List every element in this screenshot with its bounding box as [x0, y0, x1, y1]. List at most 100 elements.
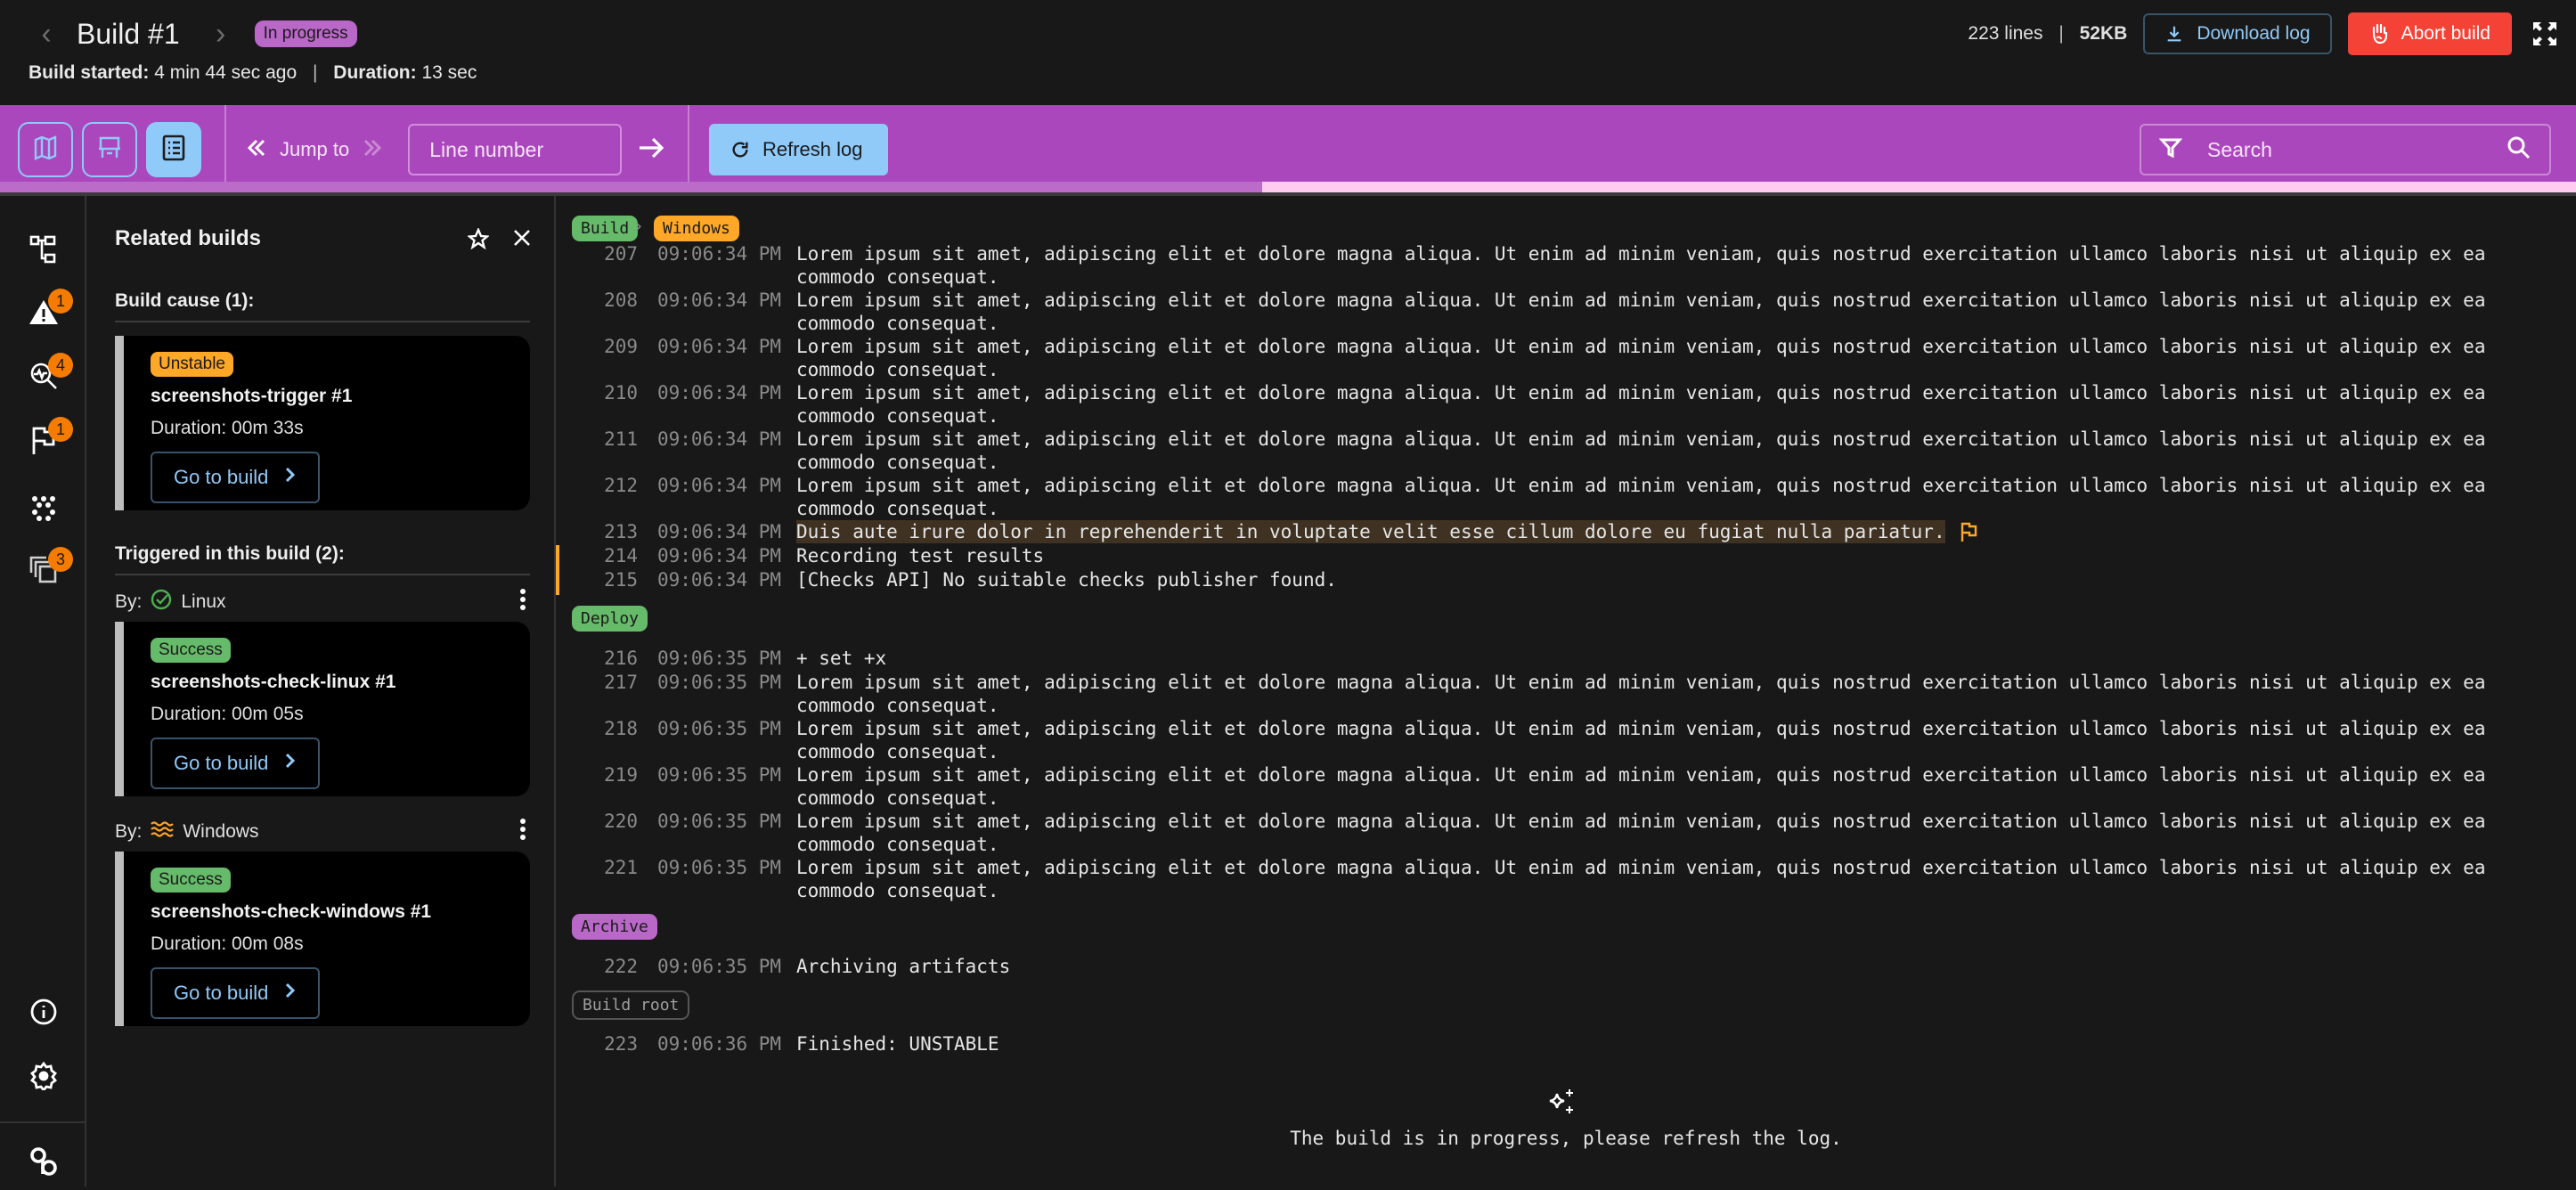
rail-badge: 3	[48, 547, 73, 572]
rail-item-logo[interactable]	[0, 1137, 86, 1190]
stage-view-icon	[96, 134, 123, 166]
jump-next-icon[interactable]	[360, 135, 385, 165]
fullscreen-icon[interactable]	[2531, 20, 2558, 47]
search-input[interactable]	[2207, 137, 2507, 162]
separator: |	[2058, 23, 2064, 44]
line-count: 223 lines	[1968, 23, 2043, 44]
more-options-icon[interactable]	[519, 818, 526, 846]
star-icon[interactable]	[466, 226, 491, 254]
stage-chip-build-root[interactable]: Build root	[572, 990, 690, 1020]
stage-name: Linux	[181, 591, 226, 612]
download-log-button[interactable]: Download log	[2143, 13, 2332, 54]
go-to-build-button[interactable]: Go to build	[151, 967, 320, 1019]
rail-item-stages[interactable]	[0, 224, 86, 278]
line-number-input[interactable]	[408, 124, 623, 175]
list-view-button[interactable]	[146, 122, 201, 177]
line-timestamp: 09:06:36 PM	[657, 1033, 782, 1055]
go-to-build-label: Go to build	[174, 752, 269, 774]
build-cause-heading: Build cause (1):	[115, 290, 530, 322]
build-name: screenshots-check-linux #1	[151, 672, 396, 692]
go-to-line-arrow-icon[interactable]	[636, 133, 666, 167]
go-to-build-label: Go to build	[174, 466, 269, 488]
stages-tree-icon	[29, 234, 58, 269]
stage-chip-archive[interactable]: Archive	[572, 914, 657, 940]
search-icon[interactable]	[2507, 135, 2531, 165]
line-text: Lorem ipsum sit amet, adipiscing elit et…	[796, 335, 2533, 381]
rail-badge: 1	[48, 417, 73, 442]
line-content: + set +x	[796, 648, 887, 669]
abort-build-label: Abort build	[2401, 23, 2490, 44]
line-timestamp: 09:06:35 PM	[657, 672, 782, 693]
list-view-icon	[161, 134, 186, 166]
close-icon[interactable]	[512, 228, 532, 252]
rail-item-pattern[interactable]	[0, 483, 86, 536]
line-number[interactable]: 212	[588, 474, 638, 497]
search-field[interactable]	[2140, 124, 2551, 175]
line-text: Lorem ipsum sit amet, adipiscing elit et…	[796, 763, 2533, 810]
line-timestamp: 09:06:34 PM	[657, 336, 782, 357]
line-text: Lorem ipsum sit amet, adipiscing elit et…	[796, 289, 2533, 335]
line-number[interactable]: 207	[588, 242, 638, 265]
next-build-chevron-icon[interactable]: ›	[203, 16, 239, 52]
line-number[interactable]: 215	[588, 568, 638, 591]
line-number[interactable]: 218	[588, 717, 638, 740]
go-to-build-button[interactable]: Go to build	[151, 452, 320, 503]
rail-item-warnings[interactable]: 1	[0, 287, 86, 340]
line-number[interactable]: 219	[588, 763, 638, 787]
build-meta: Build started: 4 min 44 sec ago | Durati…	[29, 62, 477, 84]
filter-icon[interactable]	[2158, 136, 2183, 164]
panel-title: Related builds	[115, 226, 262, 250]
download-log-label: Download log	[2197, 23, 2311, 44]
line-timestamp: 09:06:35 PM	[657, 956, 782, 977]
line-timestamp: 09:06:34 PM	[657, 382, 782, 403]
line-number[interactable]: 222	[588, 955, 638, 978]
triggered-heading: Triggered in this build (2):	[115, 543, 530, 575]
line-content: Lorem ipsum sit amet, adipiscing elit et…	[796, 289, 2486, 334]
rail-item-info[interactable]	[0, 987, 86, 1040]
rail-item-settings[interactable]	[0, 1051, 86, 1104]
line-number[interactable]: 208	[588, 289, 638, 312]
info-icon	[29, 998, 58, 1031]
by-label: By:	[115, 591, 143, 612]
line-content: Archiving artifacts	[796, 956, 1011, 977]
rail-item-flags[interactable]: 1	[0, 415, 86, 469]
rail-item-related-builds[interactable]: 3	[0, 545, 86, 599]
separator: |	[312, 62, 318, 83]
refresh-log-button[interactable]: Refresh log	[709, 124, 888, 175]
line-number[interactable]: 214	[588, 544, 638, 567]
breadcrumb-stage-build[interactable]: Build	[572, 216, 639, 241]
line-number[interactable]: 209	[588, 335, 638, 358]
line-number[interactable]: 210	[588, 381, 638, 404]
line-number[interactable]: 221	[588, 856, 638, 879]
log-scroll-progress-fill	[0, 182, 1263, 192]
build-started-label: Build started:	[29, 62, 150, 83]
line-number[interactable]: 213	[588, 520, 638, 543]
abort-build-button[interactable]: Abort build	[2347, 12, 2512, 55]
line-text: Lorem ipsum sit amet, adipiscing elit et…	[796, 381, 2533, 428]
stage-chip-deploy[interactable]: Deploy	[572, 606, 648, 632]
line-content: Lorem ipsum sit amet, adipiscing elit et…	[796, 672, 2486, 716]
build-started-value: 4 min 44 sec ago	[154, 62, 298, 83]
line-content: Lorem ipsum sit amet, adipiscing elit et…	[796, 243, 2486, 288]
line-number[interactable]: 220	[588, 810, 638, 833]
build-duration: Duration: 00m 08s	[151, 933, 304, 954]
line-number[interactable]: 217	[588, 671, 638, 694]
toolbar-divider	[688, 105, 689, 194]
previous-build-chevron-icon[interactable]: ‹	[29, 16, 64, 52]
log-section-marker	[556, 545, 559, 595]
more-options-icon[interactable]	[519, 588, 526, 616]
line-number[interactable]: 211	[588, 428, 638, 451]
line-number[interactable]: 223	[588, 1032, 638, 1056]
line-number[interactable]: 216	[588, 647, 638, 670]
map-view-button[interactable]	[18, 122, 73, 177]
line-content: Lorem ipsum sit amet, adipiscing elit et…	[796, 475, 2486, 519]
stage-view-button[interactable]	[82, 122, 137, 177]
jump-previous-icon[interactable]	[244, 135, 269, 165]
line-text: Lorem ipsum sit amet, adipiscing elit et…	[796, 242, 2533, 289]
rail-item-test-analysis[interactable]: 4	[0, 351, 86, 404]
line-timestamp: 09:06:35 PM	[657, 764, 782, 786]
go-to-build-button[interactable]: Go to build	[151, 738, 320, 789]
log-viewer[interactable]: Build › Windows Deploy Archive Build roo…	[556, 196, 2576, 1186]
line-timestamp: 09:06:35 PM	[657, 648, 782, 669]
breadcrumb-stage-windows[interactable]: Windows	[654, 216, 739, 241]
